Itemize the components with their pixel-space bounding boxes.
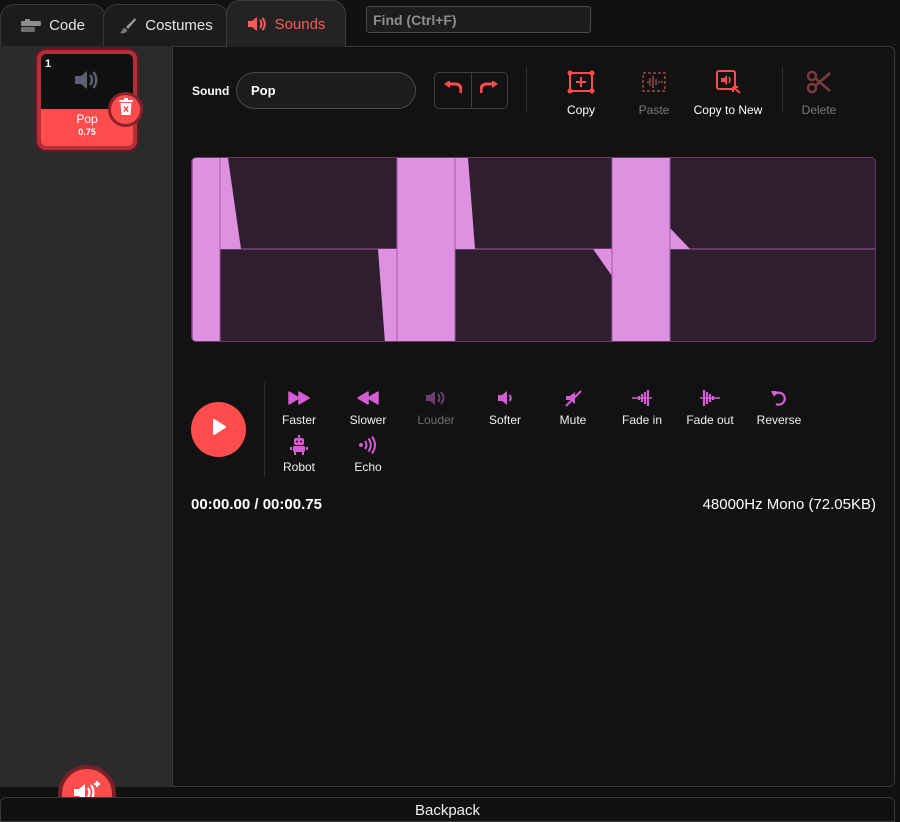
softer-label: Softer bbox=[488, 413, 521, 427]
paste-label: Paste bbox=[638, 103, 670, 117]
speaker-icon bbox=[73, 69, 101, 96]
audio-format-info: 48000Hz Mono (72.05KB) bbox=[702, 496, 876, 513]
copy-to-new-button[interactable]: Copy to New bbox=[683, 69, 773, 117]
copy-label: Copy bbox=[566, 103, 595, 117]
scissors-icon bbox=[806, 69, 832, 98]
tab-sounds-label: Sounds bbox=[274, 15, 326, 33]
reverse-icon bbox=[770, 389, 788, 410]
rewind-icon bbox=[357, 390, 379, 408]
delete-button[interactable]: Delete bbox=[774, 69, 864, 117]
robot-icon bbox=[290, 434, 308, 458]
brush-icon bbox=[119, 17, 137, 35]
copy-to-new-label: Copy to New bbox=[693, 103, 763, 117]
mute-icon bbox=[564, 389, 582, 410]
reverse-label: Reverse bbox=[756, 413, 802, 427]
slower-button[interactable]: Slower bbox=[334, 388, 402, 427]
volume-down-icon bbox=[497, 390, 513, 409]
sound-list-sidebar: 1 Pop 0.75 bbox=[0, 46, 173, 822]
trash-icon bbox=[118, 98, 134, 121]
find-input[interactable]: Find (Ctrl+F) bbox=[366, 6, 591, 33]
faster-button[interactable]: Faster bbox=[265, 388, 333, 427]
fade-in-icon bbox=[631, 389, 653, 410]
delete-sound-button[interactable] bbox=[108, 92, 143, 127]
echo-label: Echo bbox=[354, 460, 382, 474]
delete-label: Delete bbox=[801, 103, 837, 117]
fade-out-label: Fade out bbox=[686, 413, 734, 427]
tab-sounds[interactable]: Sounds bbox=[226, 0, 346, 47]
sound-index: 1 bbox=[45, 58, 52, 70]
undo-button[interactable] bbox=[435, 73, 471, 108]
fast-forward-icon bbox=[288, 390, 310, 408]
slower-label: Slower bbox=[349, 413, 387, 427]
fade-out-icon bbox=[699, 389, 721, 410]
undo-icon bbox=[443, 80, 463, 100]
waveform-display[interactable] bbox=[191, 157, 876, 342]
tab-costumes[interactable]: Costumes bbox=[103, 4, 229, 46]
playback-time: 00:00.00 / 00:00.75 bbox=[191, 496, 322, 513]
robot-label: Robot bbox=[282, 460, 316, 474]
echo-button[interactable]: Echo bbox=[334, 435, 402, 474]
copy-icon bbox=[567, 70, 595, 97]
redo-icon bbox=[479, 80, 499, 100]
echo-icon bbox=[358, 435, 378, 457]
copy-to-new-icon bbox=[714, 69, 742, 98]
louder-button[interactable]: Louder bbox=[402, 388, 470, 427]
mute-label: Mute bbox=[559, 413, 587, 427]
faster-label: Faster bbox=[281, 413, 316, 427]
undo-redo-group bbox=[434, 72, 508, 109]
mute-button[interactable]: Mute bbox=[539, 388, 607, 427]
paste-icon bbox=[640, 70, 668, 97]
backpack-bar[interactable]: Backpack bbox=[0, 797, 895, 822]
tab-code-label: Code bbox=[49, 17, 85, 34]
tab-bar: Code Costumes Sounds Find (Ctrl+F) bbox=[0, 0, 900, 47]
play-button[interactable] bbox=[191, 402, 246, 457]
waveform-graphic bbox=[192, 158, 875, 341]
fade-out-button[interactable]: Fade out bbox=[676, 388, 744, 427]
redo-button[interactable] bbox=[470, 73, 508, 108]
sound-tile-duration: 0.75 bbox=[78, 127, 96, 137]
tab-code[interactable]: Code bbox=[0, 4, 106, 46]
speaker-icon bbox=[247, 16, 267, 32]
tab-costumes-label: Costumes bbox=[145, 17, 213, 34]
play-icon bbox=[211, 418, 227, 441]
sound-editor: Sound Pop Copy Paste Copy to New Delete … bbox=[173, 46, 895, 787]
fade-in-label: Fade in bbox=[621, 413, 663, 427]
fade-in-button[interactable]: Fade in bbox=[608, 388, 676, 427]
toolbar-divider bbox=[526, 67, 527, 112]
code-icon bbox=[21, 18, 42, 33]
softer-button[interactable]: Softer bbox=[471, 388, 539, 427]
robot-button[interactable]: Robot bbox=[265, 434, 333, 474]
louder-label: Louder bbox=[417, 413, 455, 427]
sound-name-label: Sound bbox=[192, 84, 230, 98]
volume-up-icon bbox=[425, 390, 447, 409]
sound-name-input[interactable]: Pop bbox=[236, 72, 416, 109]
reverse-button[interactable]: Reverse bbox=[745, 388, 813, 427]
